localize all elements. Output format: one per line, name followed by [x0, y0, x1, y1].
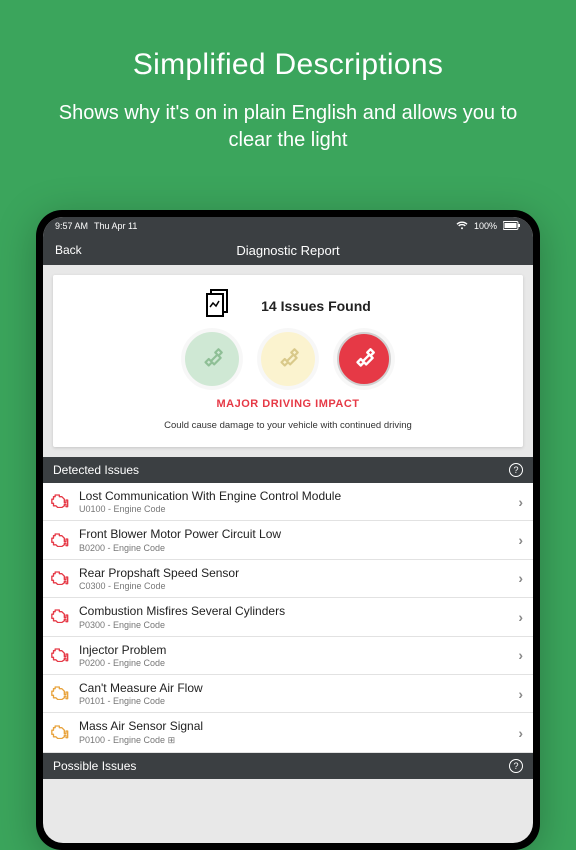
issue-code: P0101 - Engine Code — [79, 696, 510, 706]
engine-icon — [51, 684, 71, 703]
issue-code: P0200 - Engine Code — [79, 658, 510, 668]
chevron-right-icon: › — [518, 570, 523, 586]
chevron-right-icon: › — [518, 725, 523, 741]
severity-medium[interactable] — [261, 332, 315, 386]
section-header-possible: Possible Issues ? — [43, 753, 533, 779]
issue-text: Combustion Misfires Several Cylinders P03… — [79, 604, 510, 629]
engine-icon — [51, 492, 71, 511]
issue-title: Can't Measure Air Flow — [79, 681, 510, 695]
issue-code: B0200 - Engine Code — [79, 543, 510, 553]
engine-icon — [51, 569, 71, 588]
issue-row[interactable]: Rear Propshaft Speed SensorC0300 - Engin… — [43, 560, 533, 598]
device-frame: 9:57 AM Thu Apr 11 100% Back Diagnostic … — [36, 210, 540, 850]
nav-bar: Back Diagnostic Report — [43, 235, 533, 265]
issue-row[interactable]: Lost Communication With Engine Control M… — [43, 483, 533, 521]
issues-found-title: 14 Issues Found — [261, 298, 371, 314]
issue-row[interactable]: Mass Air Sensor Signal P0100 - Engine Cod… — [43, 713, 533, 752]
impact-description: Could cause damage to your vehicle with … — [63, 420, 513, 431]
chevron-right-icon: › — [518, 532, 523, 548]
chevron-right-icon: › — [518, 609, 523, 625]
battery-icon — [503, 221, 521, 232]
engine-icon — [51, 607, 71, 626]
severity-low[interactable] — [185, 332, 239, 386]
status-battery: 100% — [474, 221, 497, 231]
section-header-detected: Detected Issues ? — [43, 457, 533, 483]
severity-high[interactable] — [337, 332, 391, 386]
promo-subtitle: Shows why it's on in plain English and a… — [0, 100, 576, 154]
issue-code: U0100 - Engine Code — [79, 504, 510, 514]
issue-row[interactable]: Front Blower Motor Power Circuit Low B020… — [43, 521, 533, 559]
help-icon[interactable]: ? — [509, 759, 523, 773]
device-screen: 9:57 AM Thu Apr 11 100% Back Diagnostic … — [43, 217, 533, 843]
issue-row[interactable]: Combustion Misfires Several Cylinders P03… — [43, 598, 533, 636]
issue-code: P0100 - Engine Code ⊞ — [79, 735, 510, 746]
status-bar: 9:57 AM Thu Apr 11 100% — [43, 217, 533, 235]
section-title: Detected Issues — [53, 463, 139, 477]
summary-card: 14 Issues Found MAJOR DRIVING IMPACT Cou… — [53, 275, 523, 447]
issue-text: Lost Communication With Engine Control M… — [79, 489, 510, 514]
status-date: Thu Apr 11 — [94, 221, 137, 231]
issue-title: Mass Air Sensor Signal — [79, 719, 510, 733]
issue-code: P0300 - Engine Code — [79, 620, 510, 630]
promo-title: Simplified Descriptions — [0, 48, 576, 82]
issue-title: Rear Propshaft Speed Sensor — [79, 566, 510, 580]
impact-label: MAJOR DRIVING IMPACT — [63, 398, 513, 410]
document-icon — [205, 289, 231, 322]
issue-row[interactable]: Injector ProblemP0200 - Engine Code › — [43, 637, 533, 675]
chevron-right-icon: › — [518, 494, 523, 510]
engine-icon — [51, 646, 71, 665]
chevron-right-icon: › — [518, 686, 523, 702]
issue-list: Lost Communication With Engine Control M… — [43, 483, 533, 753]
wifi-icon — [456, 221, 468, 232]
issue-text: Can't Measure Air FlowP0101 - Engine Cod… — [79, 681, 510, 706]
issue-title: Injector Problem — [79, 643, 510, 657]
issue-title: Front Blower Motor Power Circuit Low — [79, 527, 510, 541]
back-button[interactable]: Back — [55, 243, 82, 257]
status-time: 9:57 AM — [55, 221, 88, 231]
engine-icon — [51, 531, 71, 550]
issue-text: Mass Air Sensor Signal P0100 - Engine Cod… — [79, 719, 510, 745]
issue-code: C0300 - Engine Code — [79, 581, 510, 591]
chevron-right-icon: › — [518, 647, 523, 663]
issue-text: Rear Propshaft Speed SensorC0300 - Engin… — [79, 566, 510, 591]
severity-row — [63, 332, 513, 386]
engine-icon — [51, 723, 71, 742]
help-icon[interactable]: ? — [509, 463, 523, 477]
issue-text: Injector ProblemP0200 - Engine Code — [79, 643, 510, 668]
issue-title: Combustion Misfires Several Cylinders — [79, 604, 510, 618]
issue-title: Lost Communication With Engine Control M… — [79, 489, 510, 503]
issue-row[interactable]: Can't Measure Air FlowP0101 - Engine Cod… — [43, 675, 533, 713]
nav-title: Diagnostic Report — [236, 243, 339, 258]
issue-text: Front Blower Motor Power Circuit Low B020… — [79, 527, 510, 552]
section-title: Possible Issues — [53, 759, 136, 773]
